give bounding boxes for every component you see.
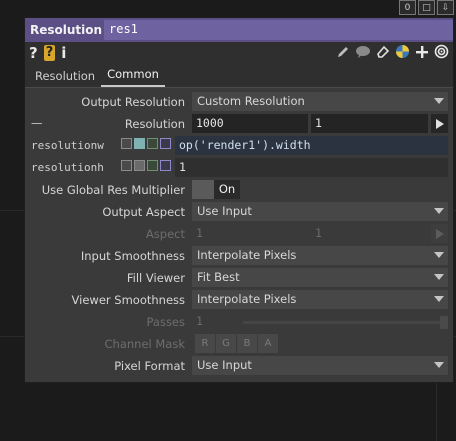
dropdown-value: Use Input	[197, 358, 252, 372]
param-label: Pixel Format	[114, 359, 185, 373]
dropdown-value: Fit Best	[197, 270, 240, 284]
export-mode-icon[interactable]	[147, 138, 158, 149]
param-output-resolution: Output Resolution Custom Resolution	[25, 91, 453, 113]
global-res-toggle[interactable]: On	[192, 180, 240, 199]
info-icon[interactable]: i	[61, 45, 66, 61]
constant-mode-icon[interactable]	[121, 138, 132, 149]
param-output-aspect: Output Aspect Use Input	[25, 201, 453, 223]
pixel-format-dropdown[interactable]: Use Input	[192, 356, 448, 375]
channel-mask-buttons: R G B A	[195, 334, 278, 353]
maximize-button[interactable]: □	[418, 0, 435, 15]
aspect-x-field: 1	[196, 226, 203, 240]
param-pixel-format: Pixel Format Use Input	[25, 355, 453, 377]
dropdown-value: Interpolate Pixels	[197, 248, 297, 262]
output-resolution-dropdown[interactable]: Custom Resolution	[192, 92, 448, 111]
param-passes: Passes 1	[25, 311, 453, 333]
dropdown-value: Interpolate Pixels	[197, 292, 297, 306]
param-label: Aspect	[145, 227, 185, 241]
param-resolutionh: resolutionh 1	[25, 157, 453, 179]
panel-header: Resolution res1	[25, 18, 453, 42]
bind-mode-icon[interactable]	[160, 138, 171, 149]
play-menu-button	[431, 224, 448, 243]
parameter-panel: Resolution res1 ? ? i Resolution Common …	[24, 17, 454, 383]
export-mode-icon[interactable]	[147, 160, 158, 171]
viewer-smoothness-dropdown[interactable]: Interpolate Pixels	[192, 290, 448, 309]
comment-icon[interactable]	[355, 45, 371, 62]
python-help-icon[interactable]: ?	[43, 45, 56, 61]
clear-eraser-icon[interactable]	[376, 45, 390, 62]
param-channel-mask: Channel Mask R G B A	[25, 333, 453, 355]
param-label: Resolution	[124, 117, 185, 131]
play-menu-button[interactable]	[431, 114, 448, 133]
collapse-toggle[interactable]: —	[31, 116, 43, 130]
resolutionh-value-field[interactable]: 1	[175, 158, 448, 177]
bind-mode-icon[interactable]	[160, 160, 171, 171]
param-aspect: Aspect 1 1	[25, 223, 453, 245]
param-internal-name: resolutionw	[31, 139, 104, 152]
param-label: Fill Viewer	[126, 271, 185, 285]
toggle-on-label: On	[214, 180, 240, 199]
input-smoothness-dropdown[interactable]: Interpolate Pixels	[192, 246, 448, 265]
play-icon	[435, 228, 444, 239]
channel-r-button: R	[195, 334, 215, 353]
chevron-down-icon	[434, 208, 444, 214]
target-icon[interactable]	[434, 44, 449, 62]
param-input-smoothness: Input Smoothness Interpolate Pixels	[25, 245, 453, 267]
aspect-y-field: 1	[315, 226, 322, 240]
add-icon[interactable]	[415, 45, 429, 62]
param-internal-name: resolutionh	[31, 161, 104, 174]
dropdown-value: Use Input	[197, 204, 252, 218]
chevron-down-icon	[434, 252, 444, 258]
param-label: Passes	[146, 315, 185, 329]
chevron-down-icon	[434, 296, 444, 302]
expression-mode-icon[interactable]	[134, 138, 145, 149]
chevron-down-icon	[434, 274, 444, 280]
help-icon[interactable]: ?	[29, 45, 38, 61]
resolutionw-expression-field[interactable]: op('render1').width	[175, 136, 448, 155]
chevron-down-icon	[434, 98, 444, 104]
param-label: Input Smoothness	[80, 249, 185, 263]
expression-mode-icon[interactable]	[134, 160, 145, 171]
channel-g-button: G	[216, 334, 236, 353]
page-tabs: Resolution Common	[25, 64, 453, 88]
param-label: Output Aspect	[102, 205, 185, 219]
param-mode-toggles	[121, 138, 171, 149]
param-fill-viewer: Fill Viewer Fit Best	[25, 267, 453, 289]
tab-common[interactable]: Common	[101, 64, 165, 87]
slider-handle	[440, 316, 448, 329]
constant-mode-icon[interactable]	[121, 160, 132, 171]
window-controls: 0 □ ⇩	[399, 0, 454, 15]
param-label: Viewer Smoothness	[71, 293, 185, 307]
fill-viewer-dropdown[interactable]: Fit Best	[192, 268, 448, 287]
edit-pencil-icon[interactable]	[336, 45, 350, 62]
param-resolutionw: resolutionw op('render1').width	[25, 135, 453, 157]
passes-field: 1	[196, 314, 203, 328]
chevron-down-icon	[434, 362, 444, 368]
toggle-off-side	[192, 180, 214, 199]
tab-resolution[interactable]: Resolution	[29, 66, 101, 87]
param-mode-toggles	[121, 160, 171, 171]
dropdown-value: Custom Resolution	[197, 94, 305, 108]
param-label: Output Resolution	[81, 95, 185, 109]
param-resolution: — Resolution 1000 1	[25, 113, 453, 135]
python-icon[interactable]	[395, 44, 410, 62]
passes-slider	[243, 316, 448, 329]
param-viewer-smoothness: Viewer Smoothness Interpolate Pixels	[25, 289, 453, 311]
param-label: Use Global Res Multiplier	[41, 183, 185, 197]
operator-name-field[interactable]: res1	[104, 20, 453, 40]
param-global-res-multiplier: Use Global Res Multiplier On	[25, 179, 453, 201]
output-aspect-dropdown[interactable]: Use Input	[192, 202, 448, 221]
channel-b-button: B	[237, 334, 257, 353]
param-label: Channel Mask	[104, 337, 186, 351]
minimize-button[interactable]: 0	[399, 0, 416, 15]
operator-type: Resolution	[30, 23, 103, 37]
resolution-height-field[interactable]: 1	[311, 114, 428, 133]
panel-toolbar: ? ? i	[25, 42, 453, 64]
resolution-width-field[interactable]: 1000	[192, 114, 308, 133]
channel-a-button: A	[258, 334, 278, 353]
play-icon	[435, 118, 444, 129]
dock-button[interactable]: ⇩	[437, 0, 454, 15]
